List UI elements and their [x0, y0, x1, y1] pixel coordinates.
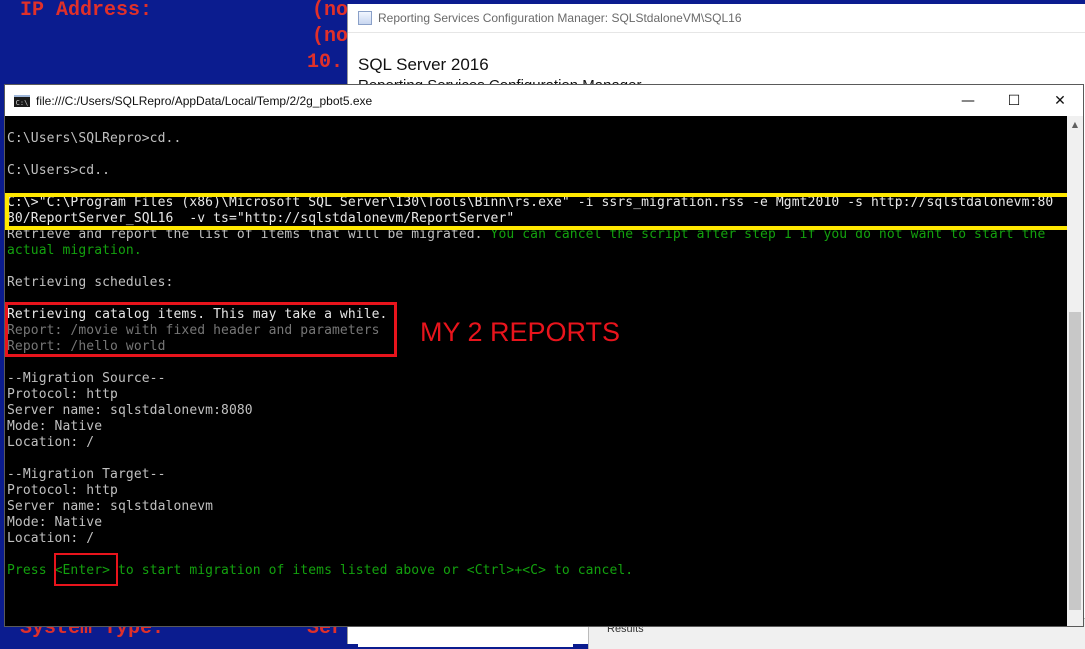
console-window[interactable]: C:\ file:///C:/Users/SQLRepro/AppData/Lo…: [4, 84, 1084, 627]
minimize-icon: —: [961, 92, 975, 109]
bg-ip-value: (no: [312, 0, 349, 22]
minimize-button[interactable]: —: [945, 85, 991, 116]
rs-bottom-panel: [358, 626, 573, 647]
console-line: C:\Users>cd..: [7, 163, 111, 178]
console-line: Retrieving schedules:: [7, 275, 174, 290]
console-title: file:///C:/Users/SQLRepro/AppData/Local/…: [36, 93, 373, 108]
press-rest-text: to start migration of items listed above…: [110, 563, 634, 578]
vertical-scrollbar[interactable]: ▲: [1067, 116, 1083, 626]
console-line: --Migration Target--: [7, 467, 166, 482]
scroll-thumb[interactable]: [1069, 312, 1081, 610]
press-text: Press: [7, 563, 55, 578]
console-line: actual migration.: [7, 243, 142, 258]
bg-ip-value: (no: [312, 25, 349, 48]
bg-ip-label: IP Address:: [20, 0, 153, 22]
rs-app-icon: [358, 11, 372, 25]
maximize-button[interactable]: ☐: [991, 85, 1037, 116]
rs-window-title: Reporting Services Configuration Manager…: [378, 11, 742, 25]
scroll-up-icon[interactable]: ▲: [1067, 116, 1083, 133]
console-line: Mode: Native: [7, 419, 103, 434]
console-line: Server name: sqlstdalonevm:8080: [7, 403, 253, 418]
console-line: --Migration Source--: [7, 371, 166, 386]
rs-product-name: SQL Server 2016: [358, 55, 489, 74]
close-button[interactable]: ✕: [1037, 85, 1083, 116]
console-line: Location: /: [7, 435, 95, 450]
console-line: Server name: sqlstdalonevm: [7, 499, 214, 514]
command-highlight-box: [5, 193, 1067, 230]
window-controls: — ☐ ✕: [945, 85, 1083, 116]
console-titlebar[interactable]: C:\ file:///C:/Users/SQLRepro/AppData/Lo…: [5, 85, 1083, 116]
console-output[interactable]: C:\Users\SQLRepro>cd.. C:\Users>cd.. C:\…: [5, 116, 1067, 626]
console-line: Mode: Native: [7, 515, 103, 530]
console-line: Location: /: [7, 531, 95, 546]
console-app-icon: C:\: [14, 94, 30, 107]
bg-ip-value: 10.: [307, 51, 344, 74]
enter-highlight-box: [54, 553, 118, 586]
console-line: C:\Users\SQLRepro>cd..: [7, 131, 182, 146]
reports-highlight-box: [5, 302, 397, 357]
rs-titlebar[interactable]: Reporting Services Configuration Manager…: [348, 4, 1085, 33]
reports-annotation: MY 2 REPORTS: [420, 317, 621, 347]
console-line: Protocol: http: [7, 387, 118, 402]
maximize-icon: ☐: [1007, 92, 1021, 109]
close-icon: ✕: [1054, 92, 1066, 109]
console-line: Protocol: http: [7, 483, 118, 498]
